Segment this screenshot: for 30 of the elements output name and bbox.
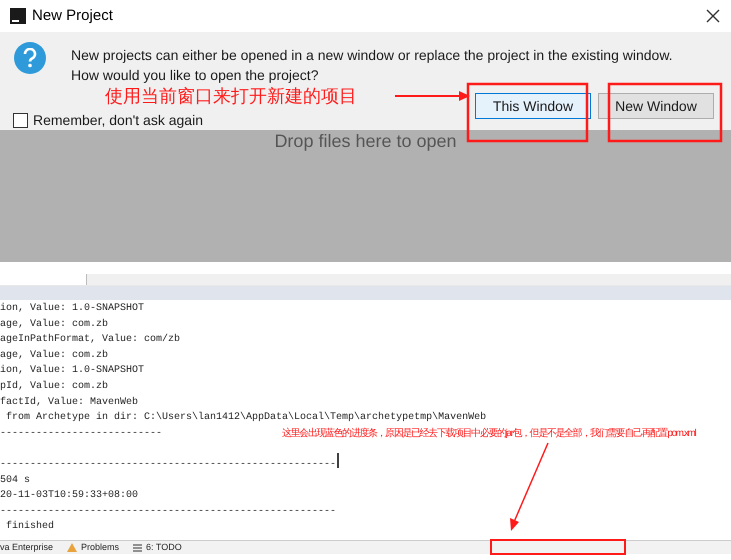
drop-hint: Drop files here to open bbox=[274, 130, 457, 150]
console-line: age, Value: com.zb bbox=[0, 318, 108, 330]
app-icon bbox=[10, 8, 26, 24]
console-line: ageInPathFormat, Value: com/zb bbox=[0, 334, 180, 346]
console-line: -------------------------------------------------------- bbox=[0, 506, 336, 517]
console-line: pId, Value: com.zb bbox=[0, 380, 108, 392]
dialog-button[interactable]: New Window bbox=[598, 93, 714, 119]
warning-icon bbox=[67, 543, 78, 552]
annotation-text: 使用当前窗口来打开新建的项目 bbox=[105, 86, 357, 106]
console-line: 504 s bbox=[0, 474, 30, 486]
console-line: age, Value: com.zb bbox=[0, 350, 108, 361]
status-tab[interactable]: Problems bbox=[81, 540, 120, 554]
status-tab[interactable]: va Enterprise bbox=[0, 540, 54, 554]
dialog-button[interactable]: This Window bbox=[475, 93, 591, 119]
console-line: from Archetype in dir: C:\Users\lan1412\AppData\Local\Temp\archetypetmp\MavenWeb bbox=[5, 412, 486, 424]
console-line: 20-11-03T10:59:33+08:00 bbox=[0, 490, 138, 502]
checkbox[interactable] bbox=[13, 113, 28, 128]
list-icon bbox=[133, 544, 142, 552]
close-button[interactable] bbox=[705, 8, 721, 24]
console-line: --------------------------- bbox=[0, 428, 162, 439]
console-line: finished bbox=[5, 521, 54, 532]
console-line: ion, Value: 1.0-SNAPSHOT bbox=[0, 365, 144, 376]
console-line: ion, Value: 1.0-SNAPSHOT bbox=[0, 303, 144, 314]
dialog-message: New projects can either be opened in a new window or replace the project in the existing window. How would you like to open the project? bbox=[71, 46, 673, 85]
window-title: New Project bbox=[32, 6, 113, 26]
status-tab[interactable]: 6: TODO bbox=[146, 540, 182, 554]
console-line: factId, Value: MavenWeb bbox=[0, 396, 138, 408]
checkbox-label[interactable]: Remember, don't ask again bbox=[33, 110, 203, 131]
help-icon bbox=[14, 42, 46, 74]
console-line: -------------------------------------------------------- bbox=[0, 458, 336, 470]
